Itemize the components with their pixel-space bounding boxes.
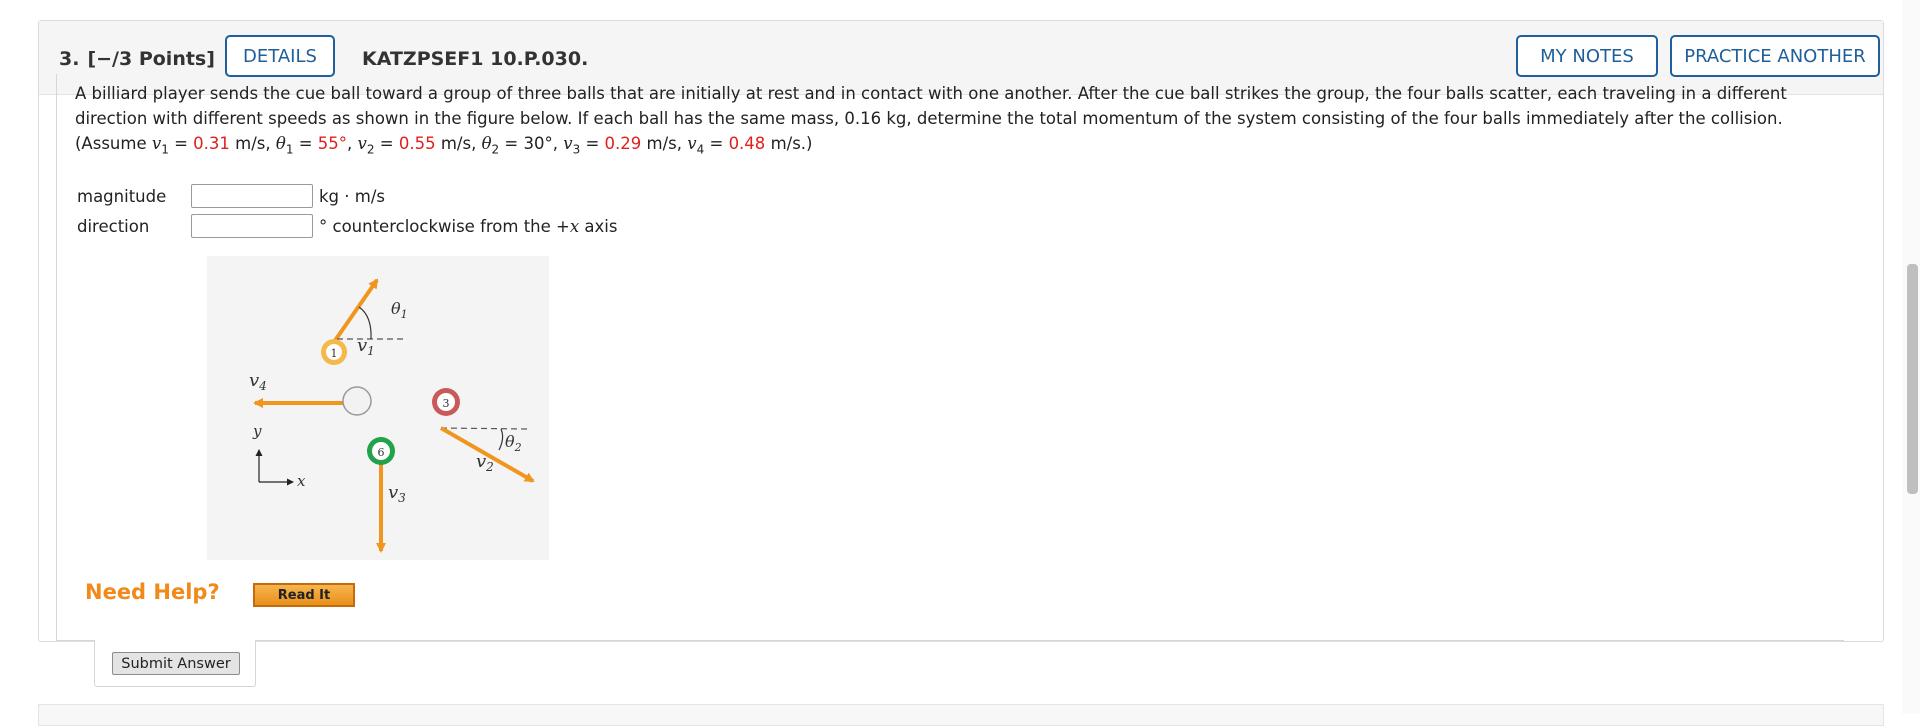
scrollbar[interactable] <box>1902 0 1920 714</box>
billiard-figure: v1 θ1 1 v4 θ2 v2 3 v3 6 y x <box>207 256 549 560</box>
figure-v4-sym: v <box>249 370 259 391</box>
theta1-symbol: θ <box>275 134 286 153</box>
read-it-button[interactable]: Read It <box>253 583 355 607</box>
scroll-thumb[interactable] <box>1907 264 1918 494</box>
v1-symbol: v <box>151 134 162 153</box>
v1-unit: m/s <box>235 134 266 153</box>
figure-v4-label: v4 <box>249 370 267 393</box>
magnitude-row: magnitude kg · m/s <box>77 182 385 210</box>
v3-unit: m/s <box>646 134 677 153</box>
v3-sub: 3 <box>572 142 581 157</box>
figure-theta2-sub: 2 <box>514 441 522 454</box>
v4-sub: 4 <box>696 142 705 157</box>
figure-v2-sym: v <box>476 451 486 472</box>
next-question-card <box>38 704 1884 726</box>
figure-v2-sub: 2 <box>485 460 494 474</box>
figure-theta2-sym: θ <box>505 432 515 451</box>
v3-value: 0.29 <box>604 134 642 153</box>
figure-theta1-label: θ1 <box>391 299 408 321</box>
theta1-value: 55° <box>317 134 348 153</box>
direction-unit-var: x <box>569 216 580 236</box>
direction-label: direction <box>77 216 150 236</box>
figure-v3-sub: 3 <box>398 491 406 505</box>
figure-theta1-sym: θ <box>391 299 401 318</box>
ball-3-number: 3 <box>443 397 450 410</box>
question-number: 3. [−/3 Points] <box>59 48 215 70</box>
direction-unit-suffix: axis <box>579 216 618 236</box>
my-notes-button[interactable]: MY NOTES <box>1516 35 1658 77</box>
theta1-sub: 1 <box>285 142 294 157</box>
details-button[interactable]: DETAILS <box>225 35 335 77</box>
assume-prefix: (Assume <box>75 134 152 153</box>
magnitude-input[interactable] <box>191 184 313 208</box>
theta2-arc <box>498 428 504 451</box>
y-axis-label: y <box>252 422 262 440</box>
figure-v3-sym: v <box>388 482 398 503</box>
problem-text: A billiard player sends the cue ball tow… <box>75 84 1787 128</box>
cue-ball <box>342 386 372 416</box>
magnitude-unit: kg · m/s <box>319 186 385 206</box>
direction-unit: ° counterclockwise from the +x axis <box>319 217 618 236</box>
question-code: KATZPSEF1 10.P.030. <box>362 48 589 70</box>
v2-value: 0.55 <box>398 134 436 153</box>
v3-symbol: v <box>563 134 573 153</box>
billiard-diagram: v1 θ1 1 v4 θ2 v2 3 v3 6 y x <box>249 278 535 553</box>
ball-6-number: 6 <box>378 446 385 459</box>
v4-value: 0.48 <box>728 134 766 153</box>
direction-row: direction ° counterclockwise from the +x… <box>77 212 618 240</box>
practice-another-button[interactable]: PRACTICE ANOTHER <box>1670 35 1880 77</box>
figure-v1-sym: v <box>357 335 367 356</box>
figure-theta2-label: θ2 <box>505 432 522 454</box>
direction-unit-prefix: ° counterclockwise from the + <box>319 216 570 236</box>
v1-sub: 1 <box>161 142 169 157</box>
ball-1-number: 1 <box>331 347 338 360</box>
figure-v4-sub: 4 <box>258 379 267 393</box>
assume-closing: m/s.) <box>770 134 813 153</box>
magnitude-label: magnitude <box>77 186 167 206</box>
theta2-value: 30° <box>523 134 553 153</box>
direction-input[interactable] <box>191 214 313 238</box>
v2-symbol: v <box>357 134 367 153</box>
submit-tab: Submit Answer <box>94 640 256 687</box>
figure-theta1-sub: 1 <box>401 308 408 321</box>
submit-answer-button[interactable]: Submit Answer <box>112 652 240 675</box>
v2-reference-line <box>440 427 529 430</box>
v1-value: 0.31 <box>193 134 230 153</box>
x-axis-label: x <box>297 472 306 490</box>
v4-symbol: v <box>687 134 697 153</box>
figure-v1-sub: 1 <box>367 344 375 358</box>
theta2-symbol: θ <box>481 134 492 153</box>
figure-v2-label: v2 <box>476 451 494 474</box>
theta2-sub: 2 <box>491 142 500 157</box>
need-help-label: Need Help? <box>85 580 220 604</box>
figure-v3-label: v3 <box>388 482 406 505</box>
question-number-text: 3. <box>59 48 80 70</box>
problem-statement: A billiard player sends the cue ball tow… <box>75 84 1787 157</box>
v2-sub: 2 <box>366 142 375 157</box>
v2-unit: m/s <box>440 134 472 153</box>
question-points: [−/3 Points] <box>87 48 215 70</box>
